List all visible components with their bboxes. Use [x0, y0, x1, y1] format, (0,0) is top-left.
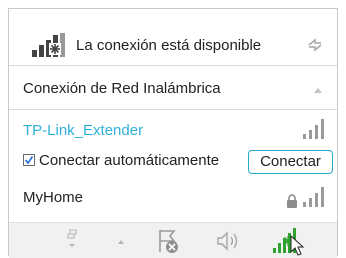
- network-flyout: La conexión está disponible Conexión de …: [8, 8, 338, 258]
- auto-connect-checkbox[interactable]: [23, 154, 35, 166]
- refresh-icon[interactable]: [307, 38, 323, 52]
- taskbar: [9, 222, 337, 258]
- show-desktop-icon[interactable]: [66, 229, 78, 249]
- collapse-up-icon[interactable]: [313, 86, 323, 94]
- wireless-section-title: Conexión de Red Inalámbrica: [23, 80, 221, 97]
- signal-strength-icon: [303, 119, 324, 139]
- flyout-header: La conexión está disponible: [9, 9, 337, 66]
- network-available-icon: [32, 33, 65, 57]
- network-tray-icon[interactable]: [271, 224, 311, 257]
- volume-icon[interactable]: [215, 230, 241, 252]
- checkmark-icon: [24, 156, 34, 165]
- mouse-cursor-icon: [290, 234, 305, 256]
- network-item-tp-link-extender[interactable]: TP-Link_Extender: [23, 122, 143, 139]
- connection-status-text: La conexión está disponible: [76, 37, 262, 54]
- lock-icon: [287, 194, 297, 208]
- wireless-section-header[interactable]: Conexión de Red Inalámbrica: [9, 66, 337, 110]
- signal-strength-icon: [303, 187, 324, 207]
- action-center-icon[interactable]: [156, 228, 180, 254]
- auto-connect-label: Conectar automáticamente: [39, 152, 220, 169]
- connect-button[interactable]: Conectar: [248, 150, 333, 174]
- show-hidden-icons-arrow[interactable]: [117, 239, 125, 245]
- network-item-myhome[interactable]: MyHome: [23, 189, 83, 206]
